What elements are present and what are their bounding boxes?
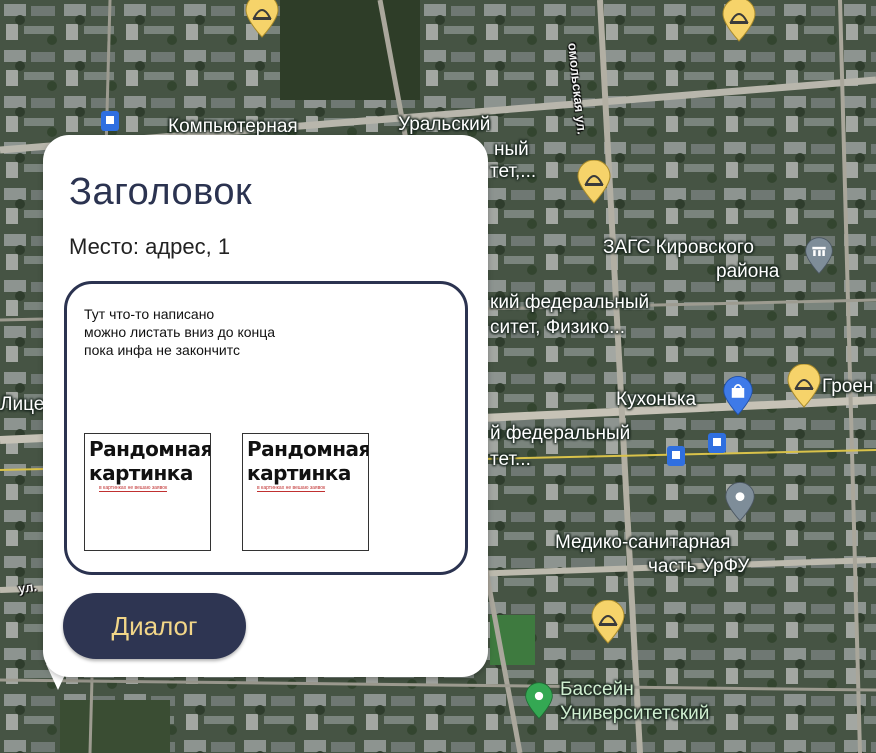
restaurant-pin[interactable] (786, 364, 822, 408)
random-image-2[interactable]: Рандомная картинка в картинках не вешаю … (242, 433, 369, 551)
map-label-fed1[interactable]: кий федеральный (490, 293, 649, 312)
content-line: Тут что-то написано (84, 306, 215, 322)
government-pin[interactable] (804, 236, 834, 276)
map-label-fed1-2[interactable]: ситет, Физико... (490, 318, 625, 337)
map-label-pool[interactable]: Бассейн (560, 680, 634, 699)
map-label-ural[interactable]: Уральский (398, 115, 490, 134)
map-label-fed2-2[interactable]: тет... (490, 450, 531, 469)
dialog-button[interactable]: Диалог (63, 593, 246, 659)
map-label-zags[interactable]: ЗАГС Кировского (603, 238, 754, 257)
image-caption: в картинках не вешаю заявок (99, 485, 168, 492)
restaurant-pin[interactable] (721, 0, 757, 42)
restaurant-pin[interactable] (576, 160, 612, 204)
map-label-pool-2[interactable]: Университетский (560, 704, 709, 723)
restaurant-pin[interactable] (590, 600, 626, 644)
content-line: можно листать вниз до конца (84, 323, 276, 340)
map-label-lice[interactable]: Лице (0, 395, 44, 414)
transit-icon[interactable] (708, 433, 726, 453)
image-title-line: картинка (247, 461, 351, 485)
random-image-1[interactable]: Рандомная картинка в картинках не вешаю … (84, 433, 211, 551)
map-label-medical[interactable]: Медико-санитарная (555, 533, 730, 552)
image-title-line: картинка (89, 461, 193, 485)
image-title: Рандомная картинка (89, 437, 211, 485)
scrollable-content-box[interactable]: Тут что-то написано можно листать вниз д… (64, 281, 468, 575)
image-caption: в картинках не вешаю заявок (257, 485, 326, 492)
map-label-groen[interactable]: Гроен (822, 377, 873, 396)
map-label-kuhonka[interactable]: Кухонька (616, 390, 696, 409)
map-label-computer[interactable]: Компьютерная (168, 117, 298, 136)
popup-place: Место: адрес, 1 (69, 234, 231, 259)
transit-icon[interactable] (101, 111, 119, 131)
image-title-line: Рандомная (89, 437, 211, 461)
content-line: пока инфа не закончитс (84, 341, 241, 358)
map-label-fed2[interactable]: й федеральный (490, 424, 630, 443)
info-popup: Заголовок Место: адрес, 1 Тут что-то нап… (43, 135, 488, 677)
image-title-line: Рандомная (247, 437, 369, 461)
popup-title: Заголовок (69, 171, 253, 213)
shopping-pin[interactable] (722, 376, 754, 416)
pool-pin[interactable] (524, 681, 554, 721)
map-label-zags-2[interactable]: района (716, 262, 779, 281)
map-label-medical-2[interactable]: часть УрФУ (648, 557, 749, 576)
content-text: Тут что-то написано можно листать вниз д… (84, 306, 275, 359)
map-label-ural-3[interactable]: тет,... (490, 162, 536, 181)
street-label-ul: ул. (17, 578, 38, 597)
map-label-ural-2[interactable]: ный (494, 140, 529, 159)
transit-icon[interactable] (667, 446, 685, 466)
restaurant-pin[interactable] (244, 0, 280, 38)
location-pin[interactable] (724, 482, 756, 522)
image-title: Рандомная картинка (247, 437, 369, 485)
